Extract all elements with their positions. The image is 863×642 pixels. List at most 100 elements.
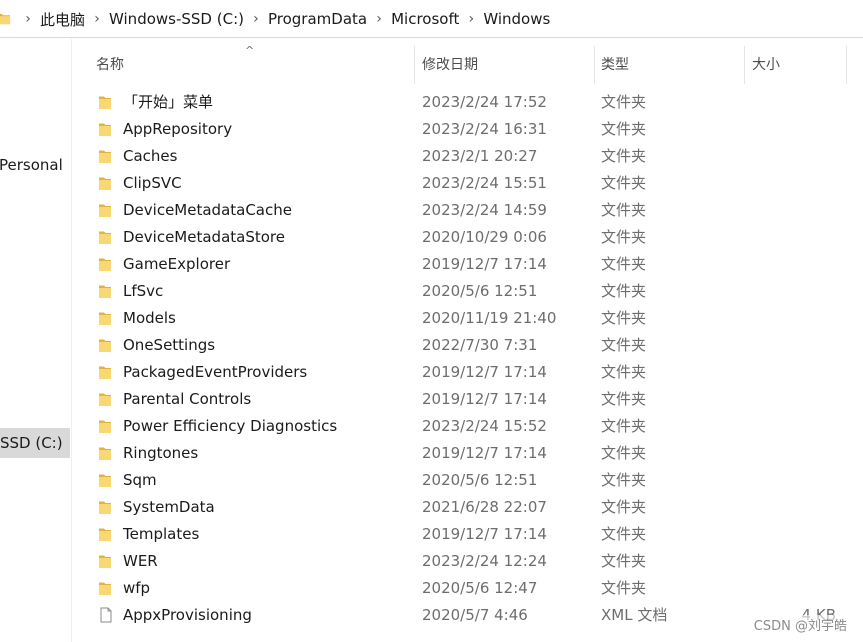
file-name: Models [123, 309, 176, 327]
file-row[interactable]: Sqm 2020/5/6 12:51 文件夹 [80, 467, 863, 494]
file-type: 文件夹 [601, 120, 647, 138]
file-date: 2019/12/7 17:14 [422, 444, 547, 462]
file-name: ClipSVC [123, 174, 182, 192]
file-type: XML 文档 [601, 606, 668, 624]
chevron-right-icon[interactable]: › [369, 11, 389, 27]
file-row[interactable]: SystemData 2021/6/28 22:07 文件夹 [80, 494, 863, 521]
file-row[interactable]: 「开始」菜单 2023/2/24 17:52 文件夹 [80, 89, 863, 116]
file-row[interactable]: Power Efficiency Diagnostics 2023/2/24 15… [80, 413, 863, 440]
file-date: 2019/12/7 17:14 [422, 363, 547, 381]
folder-icon [99, 312, 111, 325]
file-date: 2020/10/29 0:06 [422, 228, 547, 246]
breadcrumb-item-this-pc[interactable]: 此电脑 [38, 9, 87, 30]
file-type: 文件夹 [601, 147, 647, 165]
chevron-right-icon[interactable]: › [461, 11, 481, 27]
folder-icon [0, 13, 11, 25]
folder-icon [99, 285, 111, 298]
chevron-right-icon[interactable]: › [246, 11, 266, 27]
column-header-name[interactable]: 名称 [96, 46, 124, 84]
file-type: 文件夹 [601, 444, 647, 462]
breadcrumb-item-windows[interactable]: Windows [481, 10, 552, 28]
column-divider[interactable] [414, 46, 415, 84]
file-name: GameExplorer [123, 255, 231, 273]
file-type: 文件夹 [601, 282, 647, 300]
folder-icon [99, 204, 111, 217]
file-row[interactable]: wfp 2020/5/6 12:47 文件夹 [80, 575, 863, 602]
folder-icon [99, 123, 111, 136]
file-name: LfSvc [123, 282, 164, 300]
file-row[interactable]: AppxProvisioning2020/5/7 4:46XML 文档4 KB [80, 602, 863, 629]
breadcrumb-item-drive[interactable]: Windows-SSD (C:) [107, 10, 246, 28]
column-header-size[interactable]: 大小 [752, 46, 780, 84]
file-row[interactable]: DeviceMetadataStore 2020/10/29 0:06 文件夹 [80, 224, 863, 251]
breadcrumb-item-programdata[interactable]: ProgramData [266, 10, 369, 28]
file-date: 2020/5/6 12:51 [422, 471, 538, 489]
folder-icon [99, 177, 111, 190]
file-name: Sqm [123, 471, 157, 489]
file-date: 2023/2/24 15:52 [422, 417, 547, 435]
file-row[interactable]: Templates 2019/12/7 17:14 文件夹 [80, 521, 863, 548]
file-type: 文件夹 [601, 390, 647, 408]
file-date: 2020/5/6 12:47 [422, 579, 538, 597]
file-name: SystemData [123, 498, 215, 516]
column-header-type[interactable]: 类型 [601, 46, 629, 84]
chevron-right-icon[interactable]: › [87, 11, 107, 27]
file-type: 文件夹 [601, 255, 647, 273]
folder-icon [99, 501, 111, 514]
file-row[interactable]: OneSettings 2022/7/30 7:31 文件夹 [80, 332, 863, 359]
file-name: PackagedEventProviders [123, 363, 308, 381]
nav-item-personal[interactable]: Personal [0, 150, 71, 180]
file-type: 文件夹 [601, 417, 647, 435]
file-name: AppRepository [123, 120, 233, 138]
file-name: OneSettings [123, 336, 216, 354]
file-name: Power Efficiency Diagnostics [123, 417, 338, 435]
folder-icon [99, 393, 111, 406]
address-bar[interactable]: › 此电脑 › Windows-SSD (C:) › ProgramData ›… [0, 0, 863, 38]
folder-icon [99, 96, 111, 109]
file-row[interactable]: Parental Controls 2019/12/7 17:14 文件夹 [80, 386, 863, 413]
file-row[interactable]: PackagedEventProviders 2019/12/7 17:14 文件夹 [80, 359, 863, 386]
file-name: DeviceMetadataCache [123, 201, 292, 219]
file-date: 2021/6/28 22:07 [422, 498, 547, 516]
file-type: 文件夹 [601, 336, 647, 354]
file-type: 文件夹 [601, 471, 647, 489]
file-date: 2020/11/19 21:40 [422, 309, 557, 327]
column-divider[interactable] [744, 46, 745, 84]
file-name: DeviceMetadataStore [123, 228, 285, 246]
file-row[interactable]: Models 2020/11/19 21:40 文件夹 [80, 305, 863, 332]
file-date: 2022/7/30 7:31 [422, 336, 538, 354]
file-date: 2023/2/1 20:27 [422, 147, 538, 165]
file-date: 2023/2/24 16:31 [422, 120, 547, 138]
folder-icon [99, 555, 111, 568]
file-name: Caches [123, 147, 178, 165]
column-divider[interactable] [846, 46, 847, 84]
file-type: 文件夹 [601, 498, 647, 516]
folder-icon [99, 231, 111, 244]
folder-icon [99, 366, 111, 379]
file-type: 文件夹 [601, 93, 647, 111]
folder-icon [99, 339, 111, 352]
file-date: 2019/12/7 17:14 [422, 525, 547, 543]
nav-item-drive-selected[interactable]: SSD (C:) [0, 428, 70, 458]
column-header-date[interactable]: 修改日期 [422, 46, 478, 84]
file-row[interactable]: GameExplorer 2019/12/7 17:14 文件夹 [80, 251, 863, 278]
file-row[interactable]: AppRepository 2023/2/24 16:31 文件夹 [80, 116, 863, 143]
file-name: wfp [123, 579, 151, 597]
folder-icon [99, 447, 111, 460]
column-divider[interactable] [594, 46, 595, 84]
watermark: CSDN @刘宇皓 [753, 615, 847, 634]
breadcrumb: › 此电脑 › Windows-SSD (C:) › ProgramData ›… [18, 0, 552, 37]
file-row[interactable]: LfSvc 2020/5/6 12:51 文件夹 [80, 278, 863, 305]
file-name: Templates [123, 525, 200, 543]
file-row[interactable]: WER 2023/2/24 12:24 文件夹 [80, 548, 863, 575]
file-row[interactable]: Ringtones 2019/12/7 17:14 文件夹 [80, 440, 863, 467]
file-row[interactable]: Caches 2023/2/1 20:27 文件夹 [80, 143, 863, 170]
breadcrumb-item-microsoft[interactable]: Microsoft [389, 10, 461, 28]
chevron-right-icon[interactable]: › [18, 11, 38, 27]
file-row[interactable]: DeviceMetadataCache 2023/2/24 14:59 文件夹 [80, 197, 863, 224]
file-row[interactable]: ClipSVC 2023/2/24 15:51 文件夹 [80, 170, 863, 197]
file-name: Parental Controls [123, 390, 252, 408]
folder-icon [99, 420, 111, 433]
file-type: 文件夹 [601, 363, 647, 381]
file-name: AppxProvisioning [123, 606, 252, 624]
